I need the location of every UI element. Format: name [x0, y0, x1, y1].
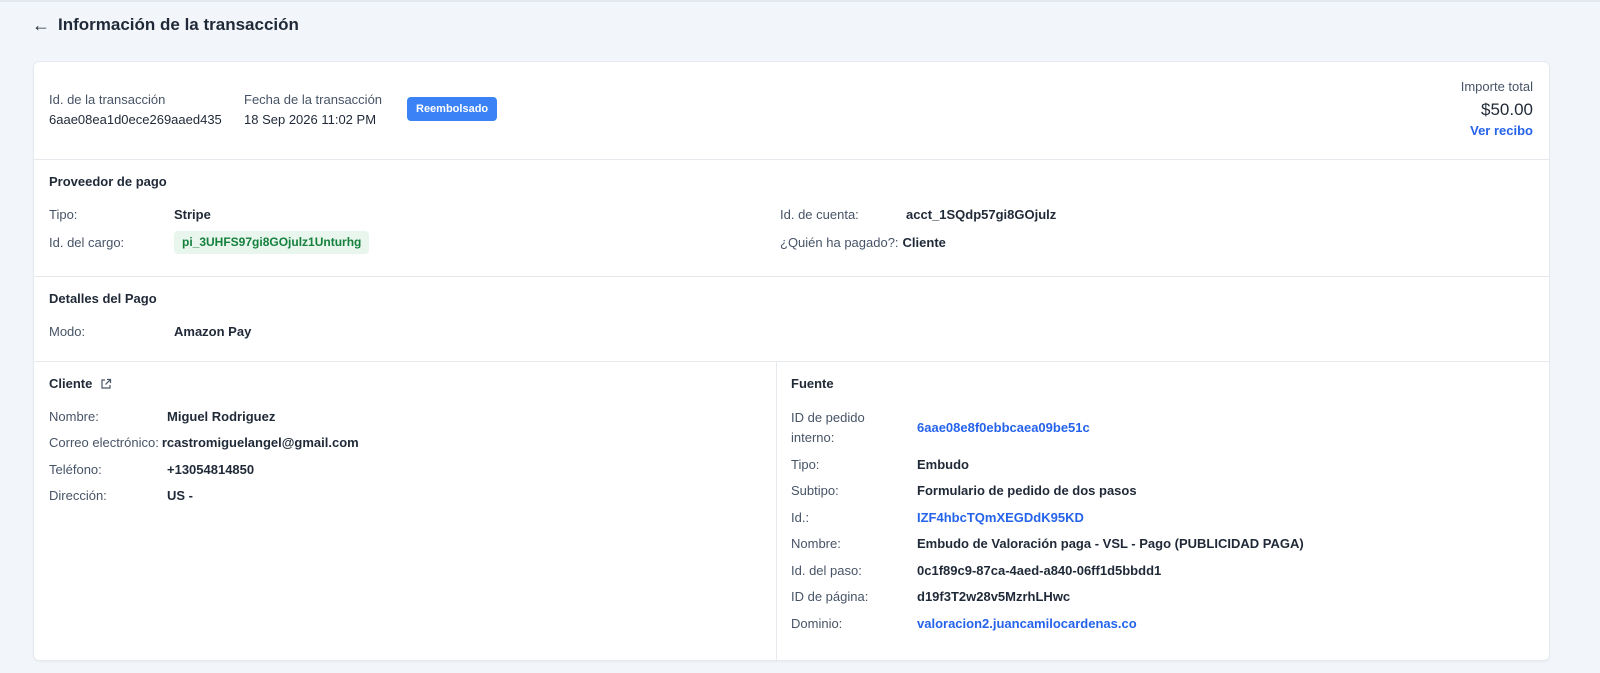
- source-page-row: ID de página: d19f3T2w28v5MzrhLHwc: [791, 589, 1070, 605]
- source-subtype-row: Subtipo: Formulario de pedido de dos pas…: [791, 483, 1137, 499]
- charge-id-badge[interactable]: pi_3UHFS97gi8GOjulz1Unturhg: [174, 231, 370, 254]
- client-address-label: Dirección:: [49, 488, 107, 503]
- client-source-section: Cliente Nombre: Miguel Rodriguez Correo …: [34, 362, 1549, 662]
- top-border: [0, 0, 1600, 2]
- source-domain-label: Dominio:: [791, 616, 843, 631]
- source-page-value: d19f3T2w28v5MzrhLHwc: [917, 589, 1071, 604]
- external-link-icon[interactable]: [100, 378, 112, 390]
- client-name-label: Nombre:: [49, 409, 99, 424]
- transaction-date-block: Fecha de la transacción 18 Sep 2026 11:0…: [244, 92, 382, 128]
- page-header: ← Información de la transacción: [32, 14, 299, 36]
- client-name-value: Miguel Rodriguez: [167, 409, 276, 424]
- source-type-row: Tipo: Embudo: [791, 457, 969, 473]
- total-amount-block: Importe total $50.00 Ver recibo: [1461, 78, 1533, 140]
- provider-type-label: Tipo:: [49, 207, 78, 222]
- source-domain-row: Dominio: valoracion2.juancamilocardenas.…: [791, 616, 1137, 632]
- source-id-link[interactable]: IZF4hbcTQmXEGDdK95KD: [917, 510, 1084, 526]
- source-subtype-label: Subtipo:: [791, 483, 839, 498]
- transaction-card: Id. de la transacción 6aae08ea1d0ece269a…: [33, 61, 1550, 662]
- source-domain-link[interactable]: valoracion2.juancamilocardenas.co: [917, 616, 1137, 632]
- source-subtype-value: Formulario de pedido de dos pasos: [917, 483, 1137, 498]
- transaction-id-value: 6aae08ea1d0ece269aaed435: [49, 112, 222, 127]
- transaction-summary: Id. de la transacción 6aae08ea1d0ece269a…: [34, 62, 1549, 160]
- source-type-label: Tipo:: [791, 457, 820, 472]
- provider-type-row: Tipo: Stripe: [49, 207, 211, 223]
- client-phone-value: +13054814850: [167, 462, 255, 477]
- source-page-label: ID de página:: [791, 589, 869, 604]
- source-name-row: Nombre: Embudo de Valoración paga - VSL …: [791, 536, 1304, 552]
- status-badge: Reembolsado: [407, 97, 498, 121]
- payment-mode-row: Modo: Amazon Pay: [49, 324, 251, 340]
- source-order-id-row: ID de pedido interno: 6aae08e8f0ebbcaea0…: [791, 408, 1090, 448]
- source-order-id-label-line2: interno:: [791, 430, 835, 445]
- source-order-id-label-line1: ID de pedido: [791, 410, 865, 425]
- source-name-value: Embudo de Valoración paga - VSL - Pago (…: [917, 536, 1304, 551]
- account-id-row: Id. de cuenta: acct_1SQdp57gi8GOjulz: [780, 207, 1056, 223]
- column-divider: [776, 362, 777, 662]
- transaction-date-value: 18 Sep 2026 11:02 PM: [244, 112, 377, 127]
- transaction-date-label: Fecha de la transacción: [244, 92, 383, 107]
- client-title: Cliente: [49, 376, 112, 391]
- client-address-value: US -: [167, 488, 193, 503]
- payment-mode-label: Modo:: [49, 324, 86, 339]
- payment-provider-title: Proveedor de pago: [49, 174, 167, 189]
- payment-details-section: Detalles del Pago Modo: Amazon Pay: [34, 277, 1549, 362]
- source-step-label: Id. del paso:: [791, 563, 862, 578]
- charge-id-row: Id. del cargo: pi_3UHFS97gi8GOjulz1Untur…: [49, 231, 370, 254]
- client-name-row: Nombre: Miguel Rodriguez: [49, 409, 275, 425]
- client-title-text: Cliente: [49, 376, 93, 391]
- client-phone-label: Teléfono:: [49, 462, 102, 477]
- source-order-id-link[interactable]: 6aae08e8f0ebbcaea09be51c: [917, 420, 1090, 436]
- transaction-id-block: Id. de la transacción 6aae08ea1d0ece269a…: [49, 92, 222, 128]
- total-amount-value: $50.00: [1481, 100, 1533, 119]
- source-id-label: Id.:: [791, 510, 810, 525]
- charge-id-label: Id. del cargo:: [49, 234, 125, 250]
- source-id-row: Id.: IZF4hbcTQmXEGDdK95KD: [791, 510, 1084, 526]
- client-email-value: rcastromiguelangel@gmail.com: [161, 435, 359, 450]
- provider-type-value: Stripe: [174, 207, 211, 222]
- source-type-value: Embudo: [917, 457, 969, 472]
- transaction-id-label: Id. de la transacción: [49, 92, 166, 107]
- total-amount-label: Importe total: [1460, 79, 1533, 94]
- client-phone-row: Teléfono: +13054814850: [49, 462, 254, 478]
- payment-mode-value: Amazon Pay: [174, 324, 252, 339]
- source-title: Fuente: [791, 376, 834, 391]
- payer-row: ¿Quién ha pagado?: Cliente: [780, 235, 946, 251]
- payment-provider-section: Proveedor de pago Tipo: Stripe Id. del c…: [34, 160, 1549, 277]
- account-id-value: acct_1SQdp57gi8GOjulz: [906, 207, 1057, 222]
- account-id-label: Id. de cuenta:: [780, 207, 859, 222]
- payer-label: ¿Quién ha pagado?:: [780, 235, 899, 250]
- payer-value: Cliente: [902, 235, 946, 250]
- client-email-label: Correo electrónico:: [49, 435, 159, 450]
- view-receipt-link[interactable]: Ver recibo: [1461, 122, 1533, 140]
- payment-details-title: Detalles del Pago: [49, 291, 157, 306]
- source-order-id-label: ID de pedido interno:: [791, 408, 917, 448]
- source-name-label: Nombre:: [791, 536, 841, 551]
- arrow-left-icon[interactable]: ←: [32, 15, 50, 35]
- client-address-row: Dirección: US -: [49, 488, 193, 504]
- page-title: Información de la transacción: [58, 15, 299, 34]
- source-step-row: Id. del paso: 0c1f89c9-87ca-4aed-a840-06…: [791, 563, 1161, 579]
- source-step-value: 0c1f89c9-87ca-4aed-a840-06ff1d5bbdd1: [917, 563, 1162, 578]
- client-email-row: Correo electrónico: rcastromiguelangel@g…: [49, 435, 359, 451]
